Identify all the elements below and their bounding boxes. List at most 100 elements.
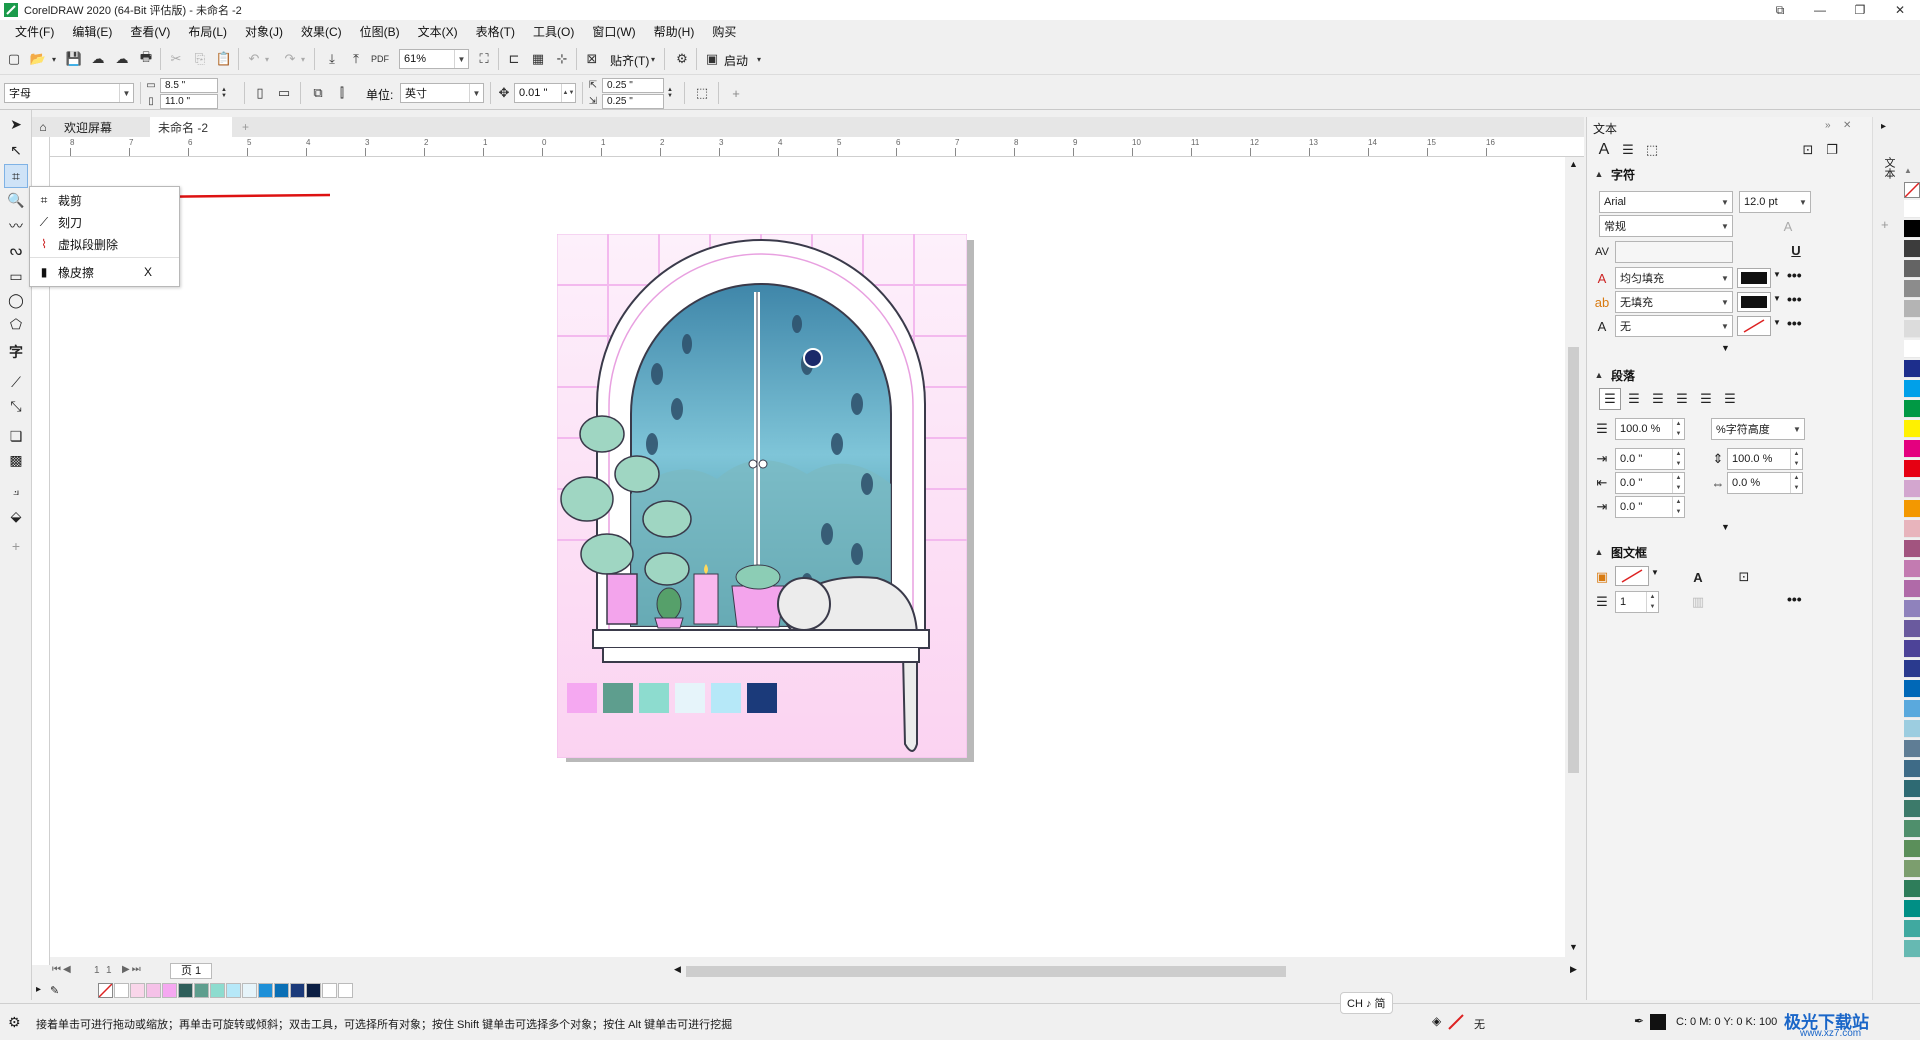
palette-swatch[interactable]	[1904, 640, 1920, 658]
show-guidelines-icon[interactable]: ⊹	[552, 49, 572, 69]
add-tool-icon[interactable]: +	[4, 534, 28, 558]
palette-swatch[interactable]	[1904, 820, 1920, 838]
shape-tool-icon[interactable]: ↖	[4, 138, 28, 162]
section-character[interactable]: ▲ 字符	[1587, 163, 1873, 185]
cloud-download-icon[interactable]: ☁	[88, 49, 108, 69]
artwork-swatch[interactable]	[567, 683, 597, 713]
columns-field[interactable]: 1 ▲ ▼	[1615, 591, 1659, 613]
size-spinner-icon[interactable]: ▲ ▼	[219, 78, 229, 108]
redo-dropdown-icon[interactable]: ▾	[298, 49, 308, 69]
palette-swatch[interactable]	[1904, 920, 1920, 938]
frame-fill-color-swatch[interactable]	[1615, 566, 1649, 586]
polygon-tool-icon[interactable]: ⬠	[4, 312, 28, 336]
minimize-button[interactable]: —	[1800, 0, 1840, 20]
palette-swatch[interactable]	[1904, 660, 1920, 678]
menu-item[interactable]: 布局(L)	[179, 23, 236, 40]
add-tab-button[interactable]: +	[234, 117, 257, 137]
open-dropdown-icon[interactable]: ▾	[48, 49, 60, 69]
tab-welcome[interactable]: 欢迎屏幕	[56, 117, 148, 137]
portrait-icon[interactable]: ▯	[250, 83, 270, 103]
palette-swatch[interactable]	[1904, 780, 1920, 798]
launch-icon[interactable]: ▣	[702, 49, 722, 69]
document-palette-swatch[interactable]	[130, 983, 145, 998]
document-palette-swatch[interactable]	[162, 983, 177, 998]
landscape-icon[interactable]: ▭	[274, 83, 294, 103]
flyout-item-virtual-segment-delete[interactable]: ⌇ 虚拟段删除	[30, 233, 179, 255]
palette-swatch[interactable]	[1904, 840, 1920, 858]
expand-paragraph-icon[interactable]: ▼	[1721, 522, 1730, 532]
vertical-alignment-icon[interactable]: A	[1687, 566, 1709, 588]
scroll-right-icon[interactable]: ▶	[1570, 964, 1577, 975]
menu-item[interactable]: 效果(C)	[292, 23, 351, 40]
show-rulers-icon[interactable]: ⊏	[504, 49, 524, 69]
ime-indicator[interactable]: CH ♪ 简	[1340, 992, 1393, 1014]
menu-item[interactable]: 购买	[703, 23, 745, 40]
menu-item[interactable]: 文本(X)	[409, 23, 467, 40]
palette-swatch[interactable]	[1904, 540, 1920, 558]
palette-swatch[interactable]	[1904, 440, 1920, 458]
palette-swatch[interactable]	[1904, 480, 1920, 498]
duplicate-y-field[interactable]: 0.25 "	[602, 94, 664, 109]
document-palette-swatch[interactable]	[274, 983, 289, 998]
ellipse-tool-icon[interactable]: ◯	[4, 288, 28, 312]
drawing-canvas[interactable]	[50, 157, 1570, 957]
palette-swatch[interactable]	[1904, 740, 1920, 758]
add-toolbar-item-icon[interactable]: +	[726, 83, 746, 103]
palette-swatch[interactable]	[1904, 600, 1920, 618]
more-options-icon[interactable]: •••	[1787, 291, 1802, 307]
page-preset-combo[interactable]: 字母 ▼	[4, 83, 134, 103]
align-left-icon[interactable]: ☰	[1623, 388, 1645, 410]
artwork-swatch[interactable]	[603, 683, 633, 713]
freehand-tool-icon[interactable]: 〰	[4, 214, 28, 238]
font-style-combo[interactable]: 常规 ▼	[1599, 215, 1733, 237]
save-icon[interactable]: 💾	[64, 49, 84, 69]
char-spacing-field[interactable]: 100.0 % ▲ ▼	[1727, 448, 1803, 470]
chevron-down-icon[interactable]: ▼	[1773, 318, 1781, 327]
settings-gear-icon[interactable]: ⚙	[8, 1014, 21, 1031]
palette-scroll-up-icon[interactable]: ▲	[1904, 166, 1912, 175]
launch-button[interactable]: 启动	[724, 52, 748, 69]
section-paragraph[interactable]: ▲ 段落	[1587, 364, 1873, 386]
document-palette-swatch[interactable]	[322, 983, 337, 998]
menu-item[interactable]: 位图(B)	[351, 23, 409, 40]
font-family-combo[interactable]: Arial ▼	[1599, 191, 1733, 213]
palette-swatch[interactable]	[1904, 360, 1920, 378]
artwork-illustration[interactable]	[557, 234, 967, 758]
current-page-icon[interactable]: ⫿	[332, 83, 352, 103]
menu-item[interactable]: 工具(O)	[524, 23, 583, 40]
menu-item[interactable]: 编辑(E)	[63, 23, 121, 40]
menu-item[interactable]: 帮助(H)	[645, 23, 704, 40]
nudge-field[interactable]: 0.01 " ▲▼	[514, 83, 576, 103]
expand-character-icon[interactable]: ▼	[1721, 343, 1730, 353]
underline-icon[interactable]: U	[1785, 239, 1807, 261]
font-size-adjust-icon[interactable]: A	[1777, 215, 1799, 237]
cut-icon[interactable]: ✂	[166, 49, 186, 69]
palette-swatch[interactable]	[1904, 200, 1920, 218]
artwork-swatch[interactable]	[639, 683, 669, 713]
page-tab[interactable]: 页 1	[170, 963, 213, 979]
artwork-swatch[interactable]	[747, 683, 777, 713]
launch-dropdown-icon[interactable]: ▾	[754, 49, 764, 69]
background-fill-color-swatch[interactable]	[1737, 292, 1771, 312]
palette-swatch[interactable]	[1904, 620, 1920, 638]
document-palette-swatch[interactable]	[194, 983, 209, 998]
palette-swatch[interactable]	[1904, 500, 1920, 518]
font-size-combo[interactable]: 12.0 pt ▼	[1739, 191, 1811, 213]
artwork-swatch[interactable]	[711, 683, 741, 713]
options-gear-icon[interactable]: ⚙	[672, 49, 692, 69]
docker-collapse-icon[interactable]: »	[1825, 120, 1831, 131]
document-palette-swatch[interactable]	[178, 983, 193, 998]
palette-swatch[interactable]	[1904, 300, 1920, 318]
rectangle-tool-icon[interactable]: ▭	[4, 264, 28, 288]
character-tab-icon[interactable]: A	[1593, 139, 1615, 161]
line-spacing-unit-combo[interactable]: %字符高度 ▼	[1711, 418, 1805, 440]
frame-tab-icon[interactable]: ⬚	[1641, 139, 1663, 161]
column-settings-icon[interactable]: ▥	[1687, 591, 1709, 613]
scroll-up-icon[interactable]: ▲	[1569, 159, 1578, 169]
snap-to-button[interactable]: 贴齐(T)	[610, 52, 649, 69]
menu-item[interactable]: 表格(T)	[467, 23, 524, 40]
artwork-swatch[interactable]	[675, 683, 705, 713]
palette-swatch[interactable]	[1904, 260, 1920, 278]
palette-swatch[interactable]	[1904, 280, 1920, 298]
document-palette-swatch[interactable]	[114, 983, 129, 998]
